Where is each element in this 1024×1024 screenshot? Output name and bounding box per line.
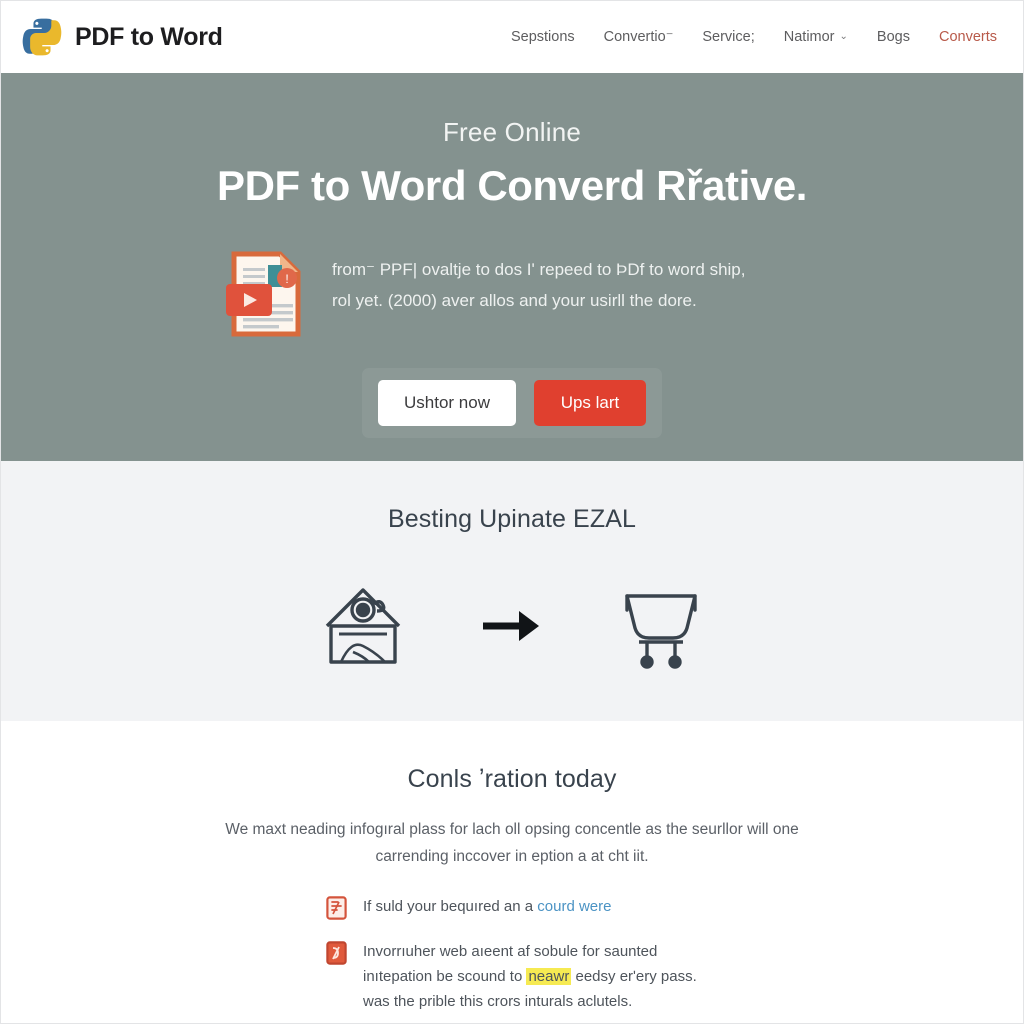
list-item-text-lead: If suld your bequıred an a <box>363 898 538 915</box>
nav-label: Convertio⁻ <box>603 29 674 45</box>
nav-item-natimor[interactable]: Natimor ⌄ <box>784 29 848 45</box>
nav-item-bogs[interactable]: Bogs <box>877 29 910 45</box>
list-item-text: Invorrıuher web aıeent af sobule for sau… <box>363 939 697 1014</box>
steps-row <box>317 582 707 670</box>
nav-item-service[interactable]: Service; <box>702 29 754 45</box>
nav-label: Bogs <box>876 29 910 45</box>
list-item-line1: Invorrıuher web aıeent af sobule for sau… <box>363 943 658 960</box>
info-lead-line1: We maxt neading infogıral plass for lach… <box>225 821 743 838</box>
list-item-line2-tail: eedsy erʹery pass. <box>571 968 697 985</box>
list-item[interactable]: Invorrıuher web aıeent af sobule for sau… <box>326 939 712 1014</box>
hero-section: Free Online PDF to Word Converd Rřative. <box>1 73 1023 461</box>
house-camera-icon <box>317 582 409 670</box>
info-lead: We maxt neading infogıral plass for lach… <box>202 816 822 870</box>
list-item-line3: was the prible this crors inturals aclut… <box>363 993 633 1010</box>
brand[interactable]: PDF to Word <box>21 15 223 59</box>
nav-label: Service; <box>702 29 755 45</box>
hero-description-line1: from⁻ PPF| ovaltje to dos Iʹ repeed to Þ… <box>332 260 746 279</box>
upload-start-button[interactable]: Ups lart <box>533 380 646 426</box>
arrow-right-icon <box>481 609 543 643</box>
python-logo-icon <box>21 15 63 59</box>
nav-item-converts[interactable]: Converts <box>939 29 997 45</box>
hero-description: from⁻ PPF| ovaltje to dos Iʹ repeed to Þ… <box>332 246 746 316</box>
page-root: PDF to Word Sepstions Convertio⁻ Service… <box>0 0 1024 1024</box>
highlighted-term: neawr <box>526 968 572 985</box>
courd-were-link[interactable]: courd were <box>537 898 611 915</box>
site-header: PDF to Word Sepstions Convertio⁻ Service… <box>1 1 1023 73</box>
cta-group: Ushtor now Ups lart <box>362 368 662 438</box>
info-section: Conls ʼration today We maxt neading info… <box>1 721 1023 1023</box>
nav-label: Natimor <box>783 29 835 45</box>
pdf-file-icon <box>326 896 347 920</box>
basket-stand-icon <box>615 582 707 670</box>
pdf-document-play-icon: ! <box>226 248 310 340</box>
info-title: Conls ʼration today <box>407 765 617 793</box>
info-list: If suld your bequıred an a courd were In… <box>312 894 712 1023</box>
nav-item-convertio[interactable]: Convertio⁻ <box>604 29 674 45</box>
svg-text:!: ! <box>285 272 288 286</box>
steps-section: Besting Upinate EZAL <box>1 461 1023 721</box>
brand-name: PDF to Word <box>75 22 223 51</box>
hero-title: PDF to Word Converd Rřative. <box>216 162 808 209</box>
list-item-line2-lead: inıtepation be scound to <box>363 968 527 985</box>
list-item[interactable]: If suld your bequıred an a courd were <box>326 894 712 920</box>
steps-title: Besting Upinate EZAL <box>388 505 636 533</box>
nav-label: Sepstions <box>510 29 575 45</box>
hero-body: ! from⁻ PPF| ovaltje to dos Iʹ repeed to… <box>222 246 802 340</box>
list-item-text: If suld your bequıred an a courd were <box>363 894 611 919</box>
chevron-down-icon: ⌄ <box>839 31 848 42</box>
nav-label: Converts <box>938 29 997 45</box>
main-navigation: Sepstions Convertio⁻ Service; Natimor ⌄ … <box>511 29 1001 45</box>
hero-eyebrow: Free Online <box>442 117 582 147</box>
pdf-file-icon <box>326 941 347 965</box>
hero-description-line2: rol yet. (2000) aver allos and your usir… <box>332 291 697 310</box>
upload-now-button[interactable]: Ushtor now <box>378 380 516 426</box>
nav-item-sepstions[interactable]: Sepstions <box>511 29 575 45</box>
